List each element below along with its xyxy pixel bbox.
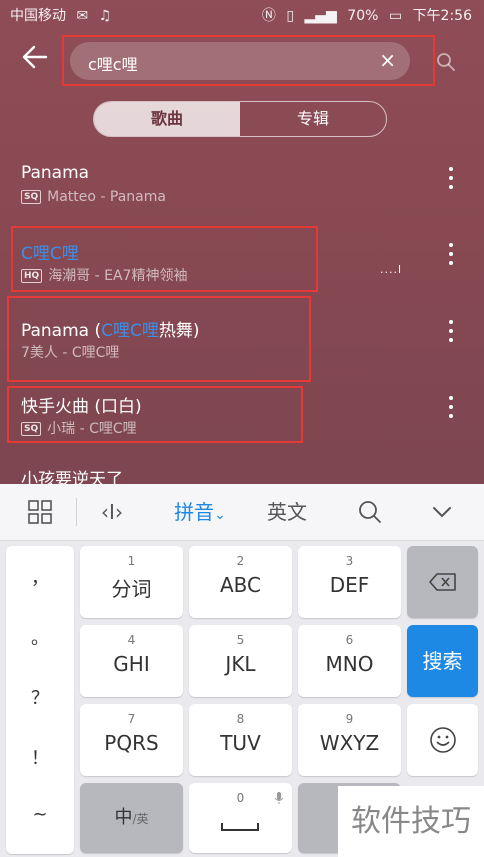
battery-percent: 70% (347, 8, 379, 24)
key-7[interactable]: 7 PQRS (80, 704, 183, 776)
quality-badge: SQ (21, 422, 42, 436)
search-bar: c哩c哩 × (0, 28, 484, 90)
backspace-icon (428, 573, 456, 591)
more-options-icon[interactable] (446, 243, 456, 273)
key-3[interactable]: 3 DEF (298, 546, 401, 618)
key-1[interactable]: 1 分词 (80, 546, 183, 618)
punct-period-key[interactable]: 。 (6, 624, 74, 650)
search-input[interactable]: c哩c哩 × (70, 42, 410, 80)
quality-badge: HQ (21, 269, 43, 283)
tab-songs[interactable]: 歌曲 (94, 102, 240, 136)
more-options-icon[interactable] (446, 167, 456, 197)
punct-tilde-key[interactable]: ~ (6, 804, 74, 825)
song-item[interactable]: 小孩要逆天了 (0, 465, 484, 484)
song-title: Panama (21, 163, 90, 183)
space-bar-icon (221, 823, 259, 831)
punct-exclaim-key[interactable]: ！ (6, 744, 74, 770)
arrow-left-icon (22, 45, 48, 69)
nfc-icon: Ⓝ (261, 8, 276, 24)
key-4[interactable]: 4 GHI (80, 625, 183, 697)
tab-albums[interactable]: 专辑 (240, 102, 386, 136)
chevron-down-icon[interactable] (420, 484, 464, 540)
mode-english[interactable]: 英文 (252, 484, 322, 540)
song-item[interactable]: Panama SQ Matteo - Panama (0, 163, 484, 239)
punctuation-column: ， 。 ？ ！ ~ (6, 546, 74, 854)
song-title: Panama (C哩C哩热舞) (21, 321, 200, 341)
song-item[interactable]: 快手火曲 (口白) SQ 小瑞 - C哩C哩 (0, 392, 484, 468)
key-8[interactable]: 8 TUV (189, 704, 292, 776)
song-subtitle: SQ Matteo - Panama (21, 189, 166, 205)
cursor-icon[interactable]: ‹I› (90, 484, 134, 540)
search-query: c哩c哩 (88, 55, 138, 74)
clear-search-button[interactable]: × (379, 48, 396, 72)
more-options-icon[interactable] (446, 320, 456, 350)
punct-comma-key[interactable]: ， (6, 564, 74, 590)
watermark: 软件技巧 (338, 786, 484, 857)
quality-badge: SQ (21, 190, 42, 204)
song-title: 小孩要逆天了 (21, 470, 123, 484)
microphone-icon (274, 792, 284, 804)
battery-icon: ▭ (388, 8, 403, 24)
message-icon: ✉ (76, 8, 89, 24)
song-title: C哩C哩 (21, 244, 79, 264)
key-5[interactable]: 5 JKL (189, 625, 292, 697)
vibrate-icon: ▯ (286, 8, 295, 24)
toolbar-divider (76, 498, 77, 526)
search-key[interactable]: 搜索 (407, 625, 478, 697)
search-icon[interactable] (348, 484, 392, 540)
search-icon[interactable] (436, 52, 456, 72)
punct-question-key[interactable]: ？ (6, 684, 74, 710)
song-item[interactable]: Panama (C哩C哩热舞) 7美人 - C哩C哩 (0, 316, 484, 392)
key-2[interactable]: 2 ABC (189, 546, 292, 618)
language-switch-key[interactable]: 中/英 (80, 783, 183, 853)
song-subtitle: HQ 海潮哥 - EA7精神领袖 (21, 265, 187, 285)
smiley-icon (429, 727, 456, 753)
backspace-key[interactable] (407, 546, 478, 618)
clock: 下午2:56 (412, 8, 472, 24)
space-key[interactable]: 0 (189, 783, 292, 853)
mode-pinyin[interactable]: 拼音⌄ (160, 484, 240, 540)
status-bar: 中国移动 ✉ ♫ Ⓝ ▯ ▂▄▆ 70% ▭ 下午2:56 (0, 0, 484, 28)
key-6[interactable]: 6 MNO (298, 625, 401, 697)
result-type-tabs: 歌曲 专辑 (93, 101, 387, 137)
signal-icon: ▂▄▆ (304, 8, 337, 24)
carrier-label: 中国移动 (10, 8, 66, 24)
grid-icon[interactable] (18, 484, 62, 540)
now-playing-indicator: ....l (380, 263, 403, 276)
song-title: 快手火曲 (口白) (21, 397, 142, 417)
music-search-screen: 中国移动 ✉ ♫ Ⓝ ▯ ▂▄▆ 70% ▭ 下午2:56 c哩c哩 × 歌曲 … (0, 0, 484, 484)
song-subtitle: SQ 小瑞 - C哩C哩 (21, 418, 137, 438)
song-subtitle: 7美人 - C哩C哩 (21, 345, 120, 361)
emoji-key[interactable] (407, 704, 478, 776)
back-button[interactable] (20, 42, 54, 76)
music-note-icon: ♫ (98, 8, 112, 24)
keyboard-toolbar: ‹I› 拼音⌄ 英文 (0, 484, 484, 541)
song-item[interactable]: C哩C哩 HQ 海潮哥 - EA7精神领袖 ....l (0, 239, 484, 315)
more-options-icon[interactable] (446, 396, 456, 426)
key-9[interactable]: 9 WXYZ (298, 704, 401, 776)
